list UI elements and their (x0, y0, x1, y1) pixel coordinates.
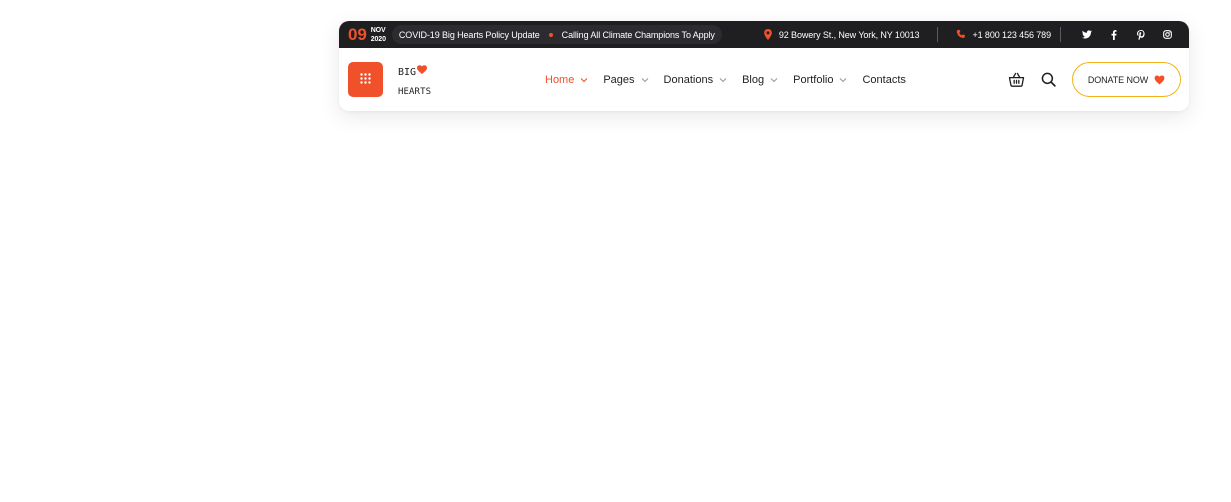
news-ticker: COVID-19 Big Hearts Policy Update Callin… (391, 25, 722, 44)
date-year: 2020 (370, 35, 386, 43)
phone-text: +1 800 123 456 789 (972, 29, 1051, 40)
twitter-icon[interactable] (1073, 28, 1100, 42)
date-month: NOV (370, 26, 386, 34)
grid-icon (360, 71, 371, 89)
chevron-down-icon (839, 77, 847, 83)
nav-item-pages[interactable]: Pages (603, 74, 648, 86)
site-logo[interactable]: BIG HEARTS (397, 62, 433, 98)
address: 92 Bowery St., New York, NY 10013 (763, 29, 920, 40)
svg-text:BIG: BIG (398, 67, 416, 78)
nav-item-blog[interactable]: Blog (742, 74, 778, 86)
chevron-down-icon (770, 77, 778, 83)
instagram-icon[interactable] (1154, 28, 1181, 42)
phone-icon (956, 29, 966, 40)
phone[interactable]: +1 800 123 456 789 (956, 29, 1051, 40)
date-day: 09 (348, 25, 367, 44)
chevron-down-icon (719, 77, 727, 83)
news-link-2[interactable]: Calling All Climate Champions To Apply (562, 30, 715, 40)
nav-item-contacts[interactable]: Contacts (862, 74, 905, 86)
basket-icon[interactable] (1007, 71, 1025, 89)
chevron-down-icon (580, 77, 588, 83)
donate-now-button[interactable]: DONATE NOW (1072, 62, 1181, 97)
date-badge: 09 NOV 2020 (348, 26, 386, 44)
svg-text:HEARTS: HEARTS (398, 87, 431, 97)
news-separator-dot (548, 32, 553, 37)
news-link-1[interactable]: COVID-19 Big Hearts Policy Update (399, 30, 540, 40)
divider (1060, 27, 1061, 42)
chevron-down-icon (641, 77, 649, 83)
search-icon[interactable] (1039, 71, 1057, 89)
big-hearts-logo: BIG HEARTS (398, 64, 431, 97)
main-nav-bar: BIG HEARTS Home Pages Donations Blog Por… (339, 48, 1189, 111)
divider (937, 27, 939, 42)
nav-item-home[interactable]: Home (545, 74, 588, 86)
social-links (1073, 28, 1181, 42)
primary-navigation: Home Pages Donations Blog Portfolio Cont… (545, 74, 921, 86)
top-bar: 09 NOV 2020 COVID-19 Big Hearts Policy U… (339, 21, 1189, 48)
map-pin-icon (763, 29, 773, 40)
menu-grid-button[interactable] (348, 62, 383, 97)
heart-icon (416, 64, 428, 74)
address-text: 92 Bowery St., New York, NY 10013 (778, 29, 920, 40)
facebook-icon[interactable] (1100, 28, 1127, 42)
pinterest-icon[interactable] (1127, 28, 1154, 42)
nav-item-donations[interactable]: Donations (664, 74, 728, 86)
site-header: 09 NOV 2020 COVID-19 Big Hearts Policy U… (339, 21, 1189, 111)
heart-icon (1154, 75, 1165, 85)
nav-item-portfolio[interactable]: Portfolio (793, 74, 847, 86)
